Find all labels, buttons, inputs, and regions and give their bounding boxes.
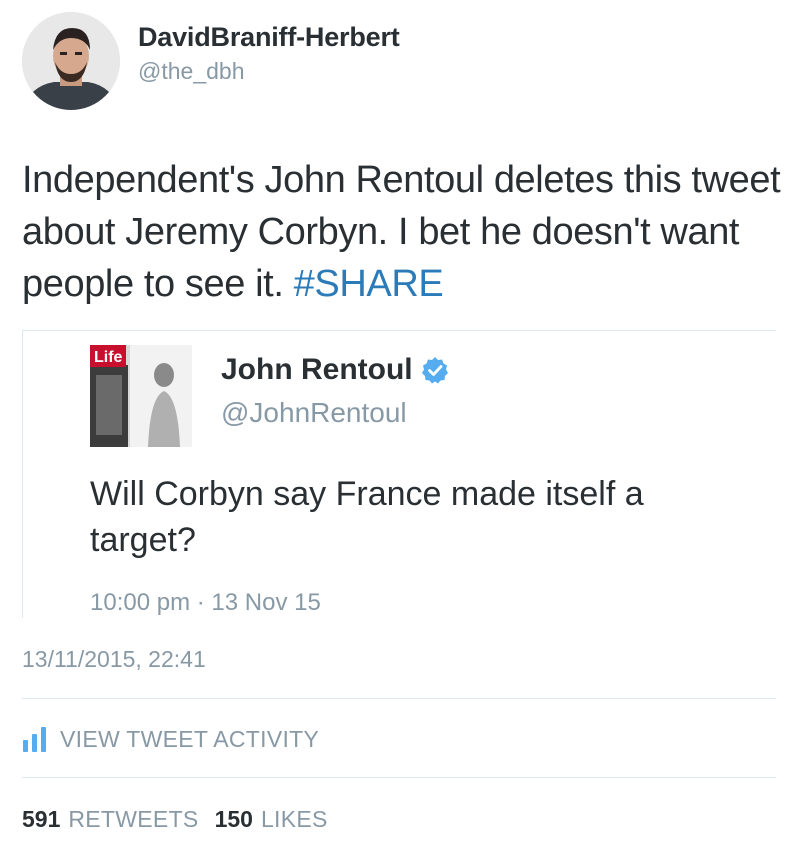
hashtag-link[interactable]: #SHARE	[294, 263, 444, 305]
avatar-logo-text: Life	[94, 349, 123, 366]
quoted-author-name-row: John Rentoul	[221, 353, 449, 387]
tweet-stats: 591 RETWEETS 150 LIKES	[22, 806, 344, 833]
divider	[22, 698, 776, 699]
tweet-timestamp: 13/11/2015, 22:41	[22, 646, 206, 672]
quoted-tweet-time[interactable]: 10:00 pm · 13 Nov 15	[90, 589, 321, 617]
quoted-author-handle[interactable]: @JohnRentoul	[221, 397, 407, 429]
verified-badge-icon	[421, 357, 448, 384]
view-tweet-activity-button[interactable]: VIEW TWEET ACTIVITY	[22, 724, 319, 754]
retweets-count[interactable]: 591	[22, 806, 60, 833]
quoted-tweet-card[interactable]: Life John Rentoul @JohnRentoul Will Corb…	[22, 330, 776, 618]
author-avatar[interactable]	[22, 12, 120, 110]
likes-count[interactable]: 150	[215, 806, 253, 833]
quoted-author-display-name[interactable]: John Rentoul	[221, 353, 413, 387]
photo-avatar-icon: Life	[90, 345, 192, 447]
divider	[22, 777, 776, 778]
quoted-author-avatar[interactable]: Life	[90, 345, 192, 447]
bar-chart-icon	[23, 727, 46, 752]
likes-label[interactable]: LIKES	[261, 806, 328, 833]
quoted-tweet-text: Will Corbyn say France made itself a tar…	[90, 475, 644, 559]
view-tweet-activity-label: VIEW TWEET ACTIVITY	[60, 725, 320, 752]
tweet-author-header: DavidBraniff-Herbert @the_dbh	[22, 12, 482, 112]
user-avatar-icon	[22, 12, 120, 110]
tweet-text: Independent's John Rentoul deletes this …	[22, 154, 782, 310]
author-display-name[interactable]: DavidBraniff-Herbert	[138, 22, 400, 53]
retweets-label[interactable]: RETWEETS	[68, 806, 198, 833]
author-handle[interactable]: @the_dbh	[138, 58, 245, 85]
